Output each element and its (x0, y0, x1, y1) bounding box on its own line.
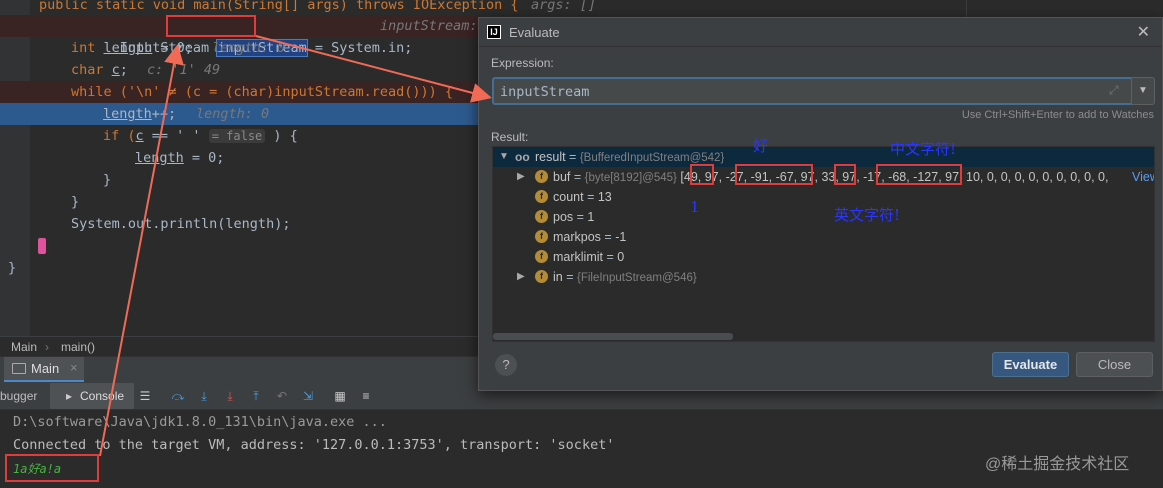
watermark: @稀土掘金技术社区 (985, 456, 1130, 473)
annotation-arrows (99, 35, 492, 457)
arrow-to-expression (255, 35, 492, 103)
arrow-to-inputstream (99, 44, 184, 457)
